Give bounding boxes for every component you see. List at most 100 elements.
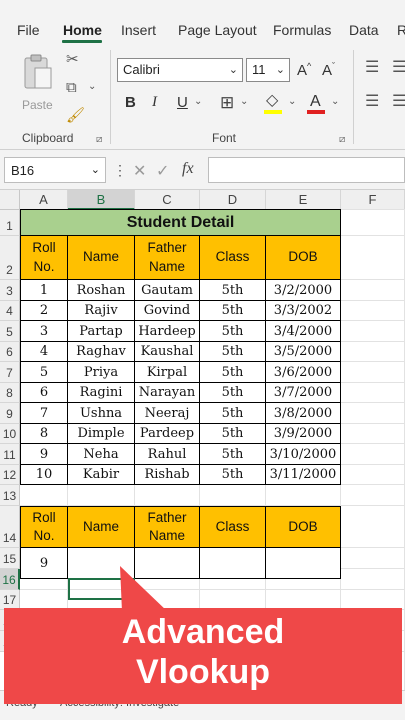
table-cell[interactable]: Partap bbox=[68, 321, 135, 342]
table-cell[interactable]: 5th bbox=[200, 424, 266, 444]
font-size-select[interactable]: 11 ⌄ bbox=[246, 58, 290, 82]
tab-home[interactable]: Home bbox=[63, 22, 102, 38]
row-header-4[interactable]: 4 bbox=[0, 301, 20, 321]
row-header-12[interactable]: 12 bbox=[0, 465, 20, 485]
table-cell[interactable]: 3/7/2000 bbox=[266, 383, 341, 403]
font-color-icon[interactable]: A bbox=[310, 94, 321, 110]
table-cell[interactable]: Narayan bbox=[135, 383, 200, 403]
table-cell[interactable]: 9 bbox=[20, 444, 68, 465]
row-header-17[interactable]: 17 bbox=[0, 590, 20, 610]
row-header-5[interactable]: 5 bbox=[0, 321, 20, 342]
table-cell[interactable]: Roshan bbox=[68, 280, 135, 301]
confirm-entry-icon[interactable]: ✓ bbox=[156, 161, 169, 181]
row-header-15[interactable]: 15 bbox=[0, 548, 20, 569]
column-header-d[interactable]: D bbox=[200, 190, 266, 210]
tab-data[interactable]: Data bbox=[349, 22, 379, 38]
bold-button[interactable]: B bbox=[125, 95, 136, 110]
cut-icon[interactable]: ✂ bbox=[66, 52, 79, 67]
table-cell[interactable]: 5th bbox=[200, 403, 266, 424]
table-header-cell[interactable]: DOB bbox=[266, 236, 341, 280]
table-header-cell[interactable]: Class bbox=[200, 236, 266, 280]
row-header-2[interactable]: 2 bbox=[0, 236, 20, 280]
table-cell[interactable]: Kabir bbox=[68, 465, 135, 485]
decrease-font-icon[interactable]: Aˇ bbox=[322, 62, 335, 79]
clipboard-launcher-icon[interactable]: ⧄ bbox=[96, 134, 102, 145]
tab-insert[interactable]: Insert bbox=[121, 22, 156, 38]
row-header-16[interactable]: 16 bbox=[0, 569, 20, 590]
table-cell[interactable]: Govind bbox=[135, 301, 200, 321]
lookup-header-cell[interactable]: Father Name bbox=[135, 506, 200, 548]
align-left-icon[interactable]: ☰ bbox=[365, 94, 379, 110]
table-cell[interactable]: 5th bbox=[200, 444, 266, 465]
table-cell[interactable]: 5th bbox=[200, 465, 266, 485]
table-cell[interactable]: 3/8/2000 bbox=[266, 403, 341, 424]
table-cell[interactable]: 5th bbox=[200, 342, 266, 362]
table-cell[interactable]: 3/5/2000 bbox=[266, 342, 341, 362]
table-cell[interactable]: Rajiv bbox=[68, 301, 135, 321]
table-cell[interactable]: Neeraj bbox=[135, 403, 200, 424]
table-cell[interactable]: Pardeep bbox=[135, 424, 200, 444]
lookup-header-cell[interactable]: DOB bbox=[266, 506, 341, 548]
table-cell[interactable]: 5 bbox=[20, 362, 68, 383]
table-cell[interactable]: 3/11/2000 bbox=[266, 465, 341, 485]
lookup-value-cell[interactable]: 9 bbox=[20, 548, 68, 579]
borders-icon[interactable]: ⊞ bbox=[220, 94, 234, 111]
row-header-9[interactable]: 9 bbox=[0, 403, 20, 424]
underline-dropdown-icon[interactable]: ⌄ bbox=[194, 97, 202, 107]
row-header-14[interactable]: 14 bbox=[0, 506, 20, 548]
row-header-10[interactable]: 10 bbox=[0, 424, 20, 444]
more-options-icon[interactable]: ⋮ bbox=[113, 162, 127, 179]
italic-button[interactable]: I bbox=[152, 95, 157, 110]
table-cell[interactable]: Priya bbox=[68, 362, 135, 383]
lookup-value-cell[interactable] bbox=[200, 548, 266, 579]
lookup-value-cell[interactable] bbox=[266, 548, 341, 579]
table-cell[interactable]: Raghav bbox=[68, 342, 135, 362]
table-header-cell[interactable]: Father Name bbox=[135, 236, 200, 280]
table-cell[interactable]: Ushna bbox=[68, 403, 135, 424]
fill-handle[interactable] bbox=[131, 596, 137, 602]
table-cell[interactable]: 8 bbox=[20, 424, 68, 444]
column-header-a[interactable]: A bbox=[20, 190, 68, 210]
table-cell[interactable]: 7 bbox=[20, 403, 68, 424]
table-cell[interactable]: Hardeep bbox=[135, 321, 200, 342]
copy-icon[interactable]: ⧉ bbox=[66, 80, 77, 95]
table-header-cell[interactable]: Roll No. bbox=[20, 236, 68, 280]
tab-page-layout[interactable]: Page Layout bbox=[178, 22, 257, 38]
column-header-e[interactable]: E bbox=[266, 190, 341, 210]
align-top-icon[interactable]: ☰ bbox=[365, 60, 379, 76]
table-cell[interactable]: Gautam bbox=[135, 280, 200, 301]
table-cell[interactable]: 3 bbox=[20, 321, 68, 342]
lookup-header-cell[interactable]: Name bbox=[68, 506, 135, 548]
lookup-header-cell[interactable]: Class bbox=[200, 506, 266, 548]
cancel-entry-icon[interactable]: ✕ bbox=[133, 161, 146, 181]
underline-button[interactable]: U bbox=[177, 95, 188, 110]
table-cell[interactable]: Kirpal bbox=[135, 362, 200, 383]
row-header-8[interactable]: 8 bbox=[0, 383, 20, 403]
font-name-select[interactable]: Calibri ⌄ bbox=[117, 58, 243, 82]
table-cell[interactable]: 5th bbox=[200, 280, 266, 301]
lookup-value-cell[interactable] bbox=[68, 548, 135, 579]
tab-formulas[interactable]: Formulas bbox=[273, 22, 331, 38]
table-cell[interactable]: 3/4/2000 bbox=[266, 321, 341, 342]
paste-button[interactable]: Paste bbox=[18, 52, 58, 112]
borders-dropdown-icon[interactable]: ⌄ bbox=[240, 97, 248, 107]
table-cell[interactable]: 3/6/2000 bbox=[266, 362, 341, 383]
increase-font-icon[interactable]: A^ bbox=[297, 62, 311, 79]
column-header-c[interactable]: C bbox=[135, 190, 200, 210]
tab-review[interactable]: R bbox=[397, 22, 405, 38]
name-box[interactable]: B16 ⌄ bbox=[4, 157, 106, 183]
fill-color-icon[interactable]: ◇ bbox=[266, 93, 278, 109]
table-cell[interactable]: 3/2/2000 bbox=[266, 280, 341, 301]
column-header-f[interactable]: F bbox=[341, 190, 405, 210]
active-cell-selection[interactable] bbox=[68, 578, 135, 600]
tab-file[interactable]: File bbox=[17, 22, 40, 38]
insert-function-icon[interactable]: fx bbox=[182, 160, 194, 178]
table-cell[interactable]: 4 bbox=[20, 342, 68, 362]
formula-input[interactable] bbox=[208, 157, 405, 183]
row-header-13[interactable]: 13 bbox=[0, 485, 20, 506]
row-header-6[interactable]: 6 bbox=[0, 342, 20, 362]
align-middle-icon[interactable]: ☰ bbox=[392, 60, 405, 76]
table-cell[interactable]: 2 bbox=[20, 301, 68, 321]
table-cell[interactable]: 5th bbox=[200, 362, 266, 383]
lookup-value-cell[interactable] bbox=[135, 548, 200, 579]
